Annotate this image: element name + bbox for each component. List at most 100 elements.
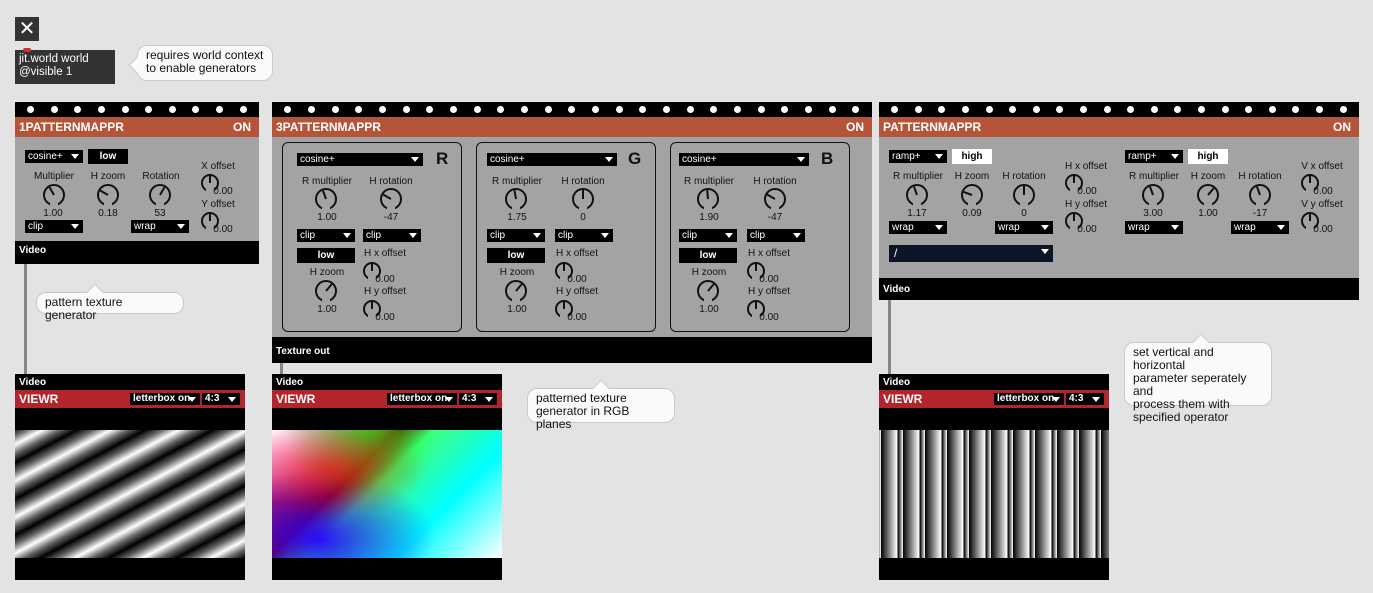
v-hrot-label: H rotation [1238,171,1282,182]
v-rmult-knob[interactable] [1142,184,1164,207]
v-shape-dropdown[interactable]: ramp+ [1125,150,1183,163]
vh-comment-line4: specified operator [1133,410,1229,424]
hx-label: H x offset [747,248,791,259]
operator-dropdown[interactable]: / [889,245,1053,262]
h-rmult-label: R multiplier [892,171,943,182]
h-mode1-dropdown[interactable]: wrap [889,221,947,234]
hzoom-value: 1.00 [317,304,337,315]
vx-value: 0.00 [1313,186,1333,197]
mode2-dropdown[interactable]: clip [555,229,613,242]
letterbox-dropdown[interactable]: letterbox on [387,393,457,405]
device-on-toggle[interactable]: ON [846,117,864,137]
xoffset-value: 0.00 [213,186,233,197]
hx-label: H x offset [1064,161,1108,172]
rmult-label: R multiplier [683,176,734,187]
hy-label: H y offset [747,286,791,297]
hzoom-knob[interactable] [505,280,527,303]
letterbox-dropdown[interactable]: letterbox on [994,393,1064,405]
device-header[interactable]: 1PATTERNMAPPR ON [15,117,259,137]
rmult-value: 1.00 [317,212,337,223]
h-res-button[interactable]: high [952,149,992,164]
mode2-dropdown[interactable]: wrap [131,220,189,233]
v-rmult-value: 3.00 [1143,208,1163,219]
viewer-title: VIEWR [276,392,316,406]
rmult-value: 1.90 [699,212,719,223]
rgb-comment-line2: generator in RGB planes [536,404,630,431]
aspect-dropdown[interactable]: 4:3 [202,393,240,405]
device-1patternmappr: 1PATTERNMAPPR ON cosine+ low Multiplier … [15,102,259,264]
yoffset-value: 0.00 [213,224,233,235]
mode1-dropdown[interactable]: clip [25,220,83,233]
h-hrot-knob[interactable] [1013,184,1035,207]
hzoom-knob[interactable] [697,280,719,303]
yoffset-label: Y offset [201,199,235,210]
multiplier-knob[interactable] [43,184,65,207]
v-res-button[interactable]: high [1188,149,1228,164]
mode1-dropdown[interactable]: clip [487,229,545,242]
letterbox-dropdown[interactable]: letterbox on [130,393,200,405]
device-header[interactable]: PATTERNMAPPR ON [879,117,1359,137]
hy-value: 0.00 [375,312,395,323]
h-hrot-label: H rotation [1002,171,1046,182]
aspect-dropdown[interactable]: 4:3 [1066,393,1104,405]
v-hzoom-knob[interactable] [1197,184,1219,207]
video-display[interactable] [15,430,245,558]
rotation-knob[interactable] [149,184,171,207]
hzoom-label: H zoom [499,267,535,278]
v-hzoom-label: H zoom [1190,171,1226,182]
rmult-knob[interactable] [315,188,337,211]
world-object-line1: jit.world world [19,53,89,65]
device-patternmappr: PATTERNMAPPR ON ramp+ high R multiplier … [879,102,1359,300]
res-button[interactable]: low [679,248,737,263]
vx-label: V x offset [1301,161,1343,172]
viewer-input-label: Video [19,377,47,388]
rmult-knob[interactable] [697,188,719,211]
object-inlet [23,48,31,52]
video-display[interactable] [879,430,1109,558]
shape-dropdown[interactable]: cosine+ [487,153,617,166]
hrot-knob[interactable] [572,188,594,211]
rmult-label: R multiplier [301,176,352,187]
viewer-3: Video VIEWR letterbox on 4:3 [879,374,1109,580]
hy-label: H y offset [1064,199,1108,210]
h-rmult-value: 1.17 [907,208,927,219]
h-hzoom-knob[interactable] [961,184,983,207]
h-shape-dropdown[interactable]: ramp+ [889,150,947,163]
v-hrot-knob[interactable] [1249,184,1271,207]
res-button[interactable]: low [487,248,545,263]
output-bar: Texture out [272,337,872,363]
res-button[interactable]: low [88,149,128,164]
hrot-knob[interactable] [380,188,402,211]
h-rmult-knob[interactable] [906,184,928,207]
device-on-toggle[interactable]: ON [233,117,251,137]
hy-value: 0.00 [1077,224,1097,235]
hzoom-knob[interactable] [315,280,337,303]
pattern-comment-text: pattern texture generator [45,295,123,322]
shape-dropdown[interactable]: cosine+ [25,150,83,163]
hrot-value: 0 [580,212,586,223]
aspect-dropdown[interactable]: 4:3 [459,393,497,405]
mode2-dropdown[interactable]: clip [363,229,421,242]
jit-world-object[interactable]: jit.world world @visible 1 [15,48,115,84]
hx-value: 0.00 [759,274,779,285]
close-icon[interactable]: ✕ [15,17,39,41]
shape-dropdown[interactable]: cosine+ [679,153,809,166]
hzoom-knob[interactable] [97,184,119,207]
hrot-knob[interactable] [764,188,786,211]
mode1-dropdown[interactable]: clip [679,229,737,242]
rmult-knob[interactable] [505,188,527,211]
mode2-dropdown[interactable]: clip [747,229,805,242]
v-mode2-dropdown[interactable]: wrap [1231,221,1289,234]
xoffset-label: X offset [201,161,235,172]
h-mode2-dropdown[interactable]: wrap [995,221,1053,234]
plane-r-panel: cosine+ R R multiplier 1.00 H rotation -… [282,142,462,332]
device-header[interactable]: 3PATTERNMAPPR ON [272,117,872,137]
device-title: 1PATTERNMAPPR [19,120,124,134]
v-mode1-dropdown[interactable]: wrap [1125,221,1183,234]
res-button[interactable]: low [297,248,355,263]
device-on-toggle[interactable]: ON [1333,117,1351,137]
shape-dropdown[interactable]: cosine+ [297,153,423,166]
video-display[interactable] [272,430,502,558]
mode1-dropdown[interactable]: clip [297,229,355,242]
hx-label: H x offset [363,248,407,259]
